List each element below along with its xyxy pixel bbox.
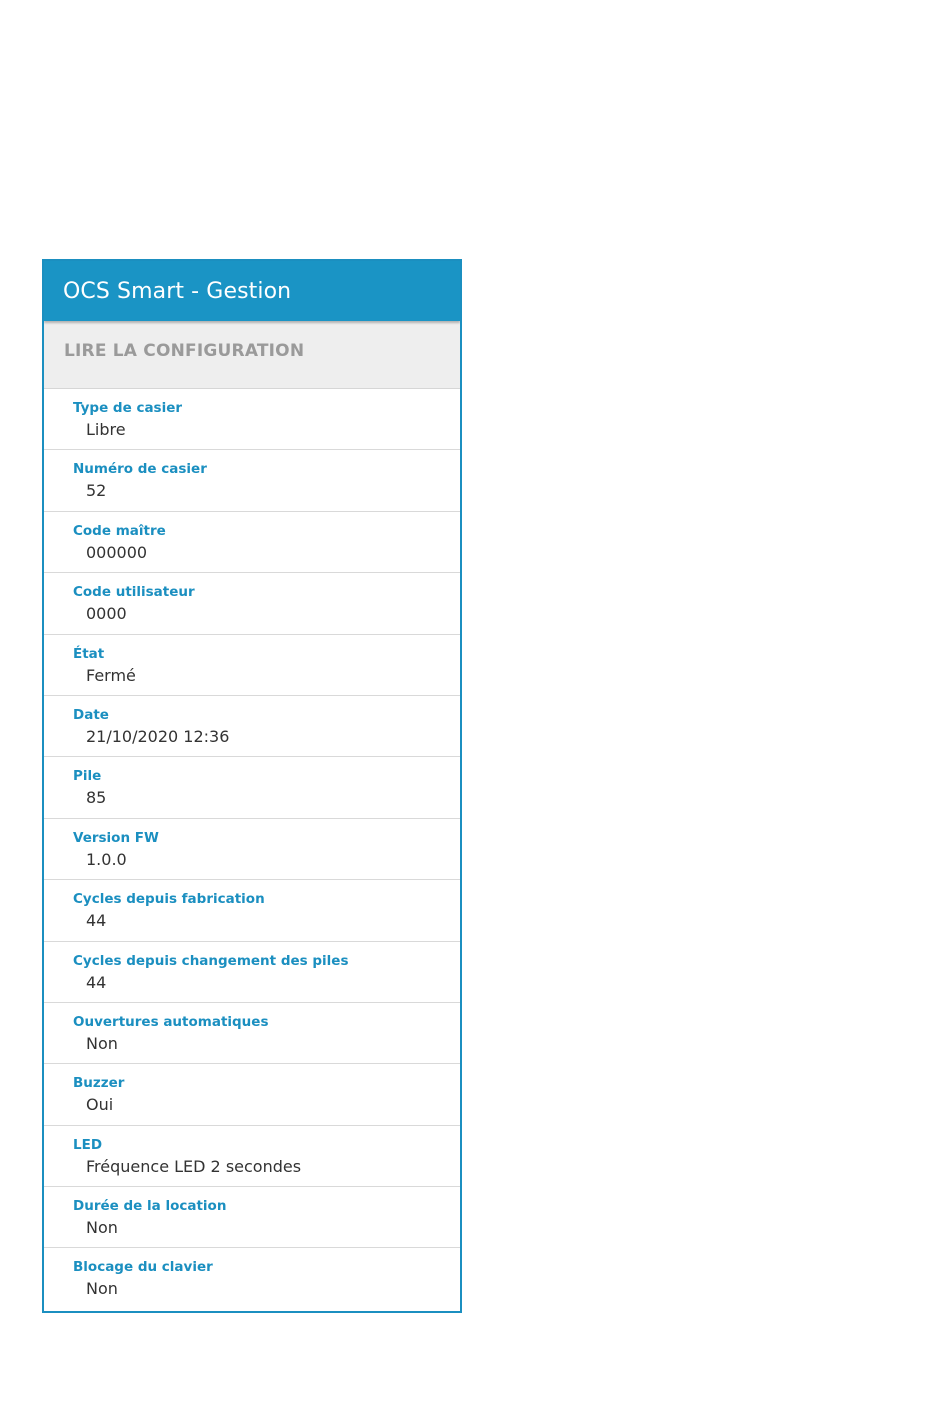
section-header-read-config[interactable]: LIRE LA CONFIGURATION (44, 321, 460, 389)
config-value: 1.0.0 (86, 849, 127, 869)
config-value: Oui (86, 1095, 114, 1115)
config-value: Fermé (86, 665, 136, 685)
config-value: Non (86, 1033, 118, 1053)
config-value: 85 (86, 788, 107, 808)
config-label: Date (73, 706, 109, 723)
config-value: 0000 (86, 604, 127, 624)
config-label: Buzzer (73, 1075, 125, 1092)
config-label: Cycles depuis changement des piles (73, 952, 349, 969)
config-value: 000000 (86, 542, 148, 562)
config-label: Numéro de casier (73, 461, 207, 478)
config-value: 44 (86, 972, 107, 992)
config-value: 21/10/2020 12:36 (86, 726, 230, 746)
section-title: LIRE LA CONFIGURATION (64, 341, 305, 361)
config-label: Type de casier (73, 400, 183, 416)
app-title: OCS Smart - Gestion (63, 278, 292, 304)
config-label: État (73, 645, 105, 662)
config-value: Fréquence LED 2 secondes (86, 1156, 302, 1176)
config-label: Ouvertures automatiques (73, 1013, 269, 1030)
config-row-type-de-casier: Type de casier Libre (44, 389, 460, 451)
config-label: Durée de la location (73, 1198, 227, 1215)
config-row-date: Date 21/10/2020 12:36 (44, 696, 460, 758)
config-row-led: LED Fréquence LED 2 secondes (44, 1126, 460, 1188)
config-value: 52 (86, 481, 107, 501)
app-window: OCS Smart - Gestion LIRE LA CONFIGURATIO… (42, 259, 462, 1313)
config-row-pile: Pile 85 (44, 757, 460, 819)
config-label: Code utilisateur (73, 584, 195, 601)
config-row-code-utilisateur: Code utilisateur 0000 (44, 573, 460, 635)
config-row-cycles-fabrication: Cycles depuis fabrication 44 (44, 880, 460, 942)
config-row-numero-de-casier: Numéro de casier 52 (44, 450, 460, 512)
config-label: Pile (73, 768, 102, 785)
config-value: Libre (86, 420, 126, 439)
config-row-ouvertures-automatiques: Ouvertures automatiques Non (44, 1003, 460, 1065)
config-row-buzzer: Buzzer Oui (44, 1064, 460, 1126)
config-list: Type de casier Libre Numéro de casier 52… (44, 389, 460, 1310)
config-row-version-fw: Version FW 1.0.0 (44, 819, 460, 881)
config-row-blocage-clavier: Blocage du clavier Non (44, 1248, 460, 1309)
config-label: Blocage du clavier (73, 1259, 213, 1276)
config-value: Non (86, 1279, 118, 1299)
config-label: Cycles depuis fabrication (73, 891, 265, 908)
app-bar: OCS Smart - Gestion (44, 261, 460, 321)
config-row-cycles-piles: Cycles depuis changement des piles 44 (44, 942, 460, 1003)
config-row-code-maitre: Code maître 000000 (44, 512, 460, 574)
config-value: Non (86, 1218, 118, 1238)
config-row-etat: État Fermé (44, 635, 460, 696)
config-label: Code maître (73, 522, 166, 539)
config-value: 44 (86, 911, 107, 931)
config-row-duree-location: Durée de la location Non (44, 1187, 460, 1249)
config-label: Version FW (73, 829, 159, 846)
config-label: LED (73, 1136, 103, 1153)
